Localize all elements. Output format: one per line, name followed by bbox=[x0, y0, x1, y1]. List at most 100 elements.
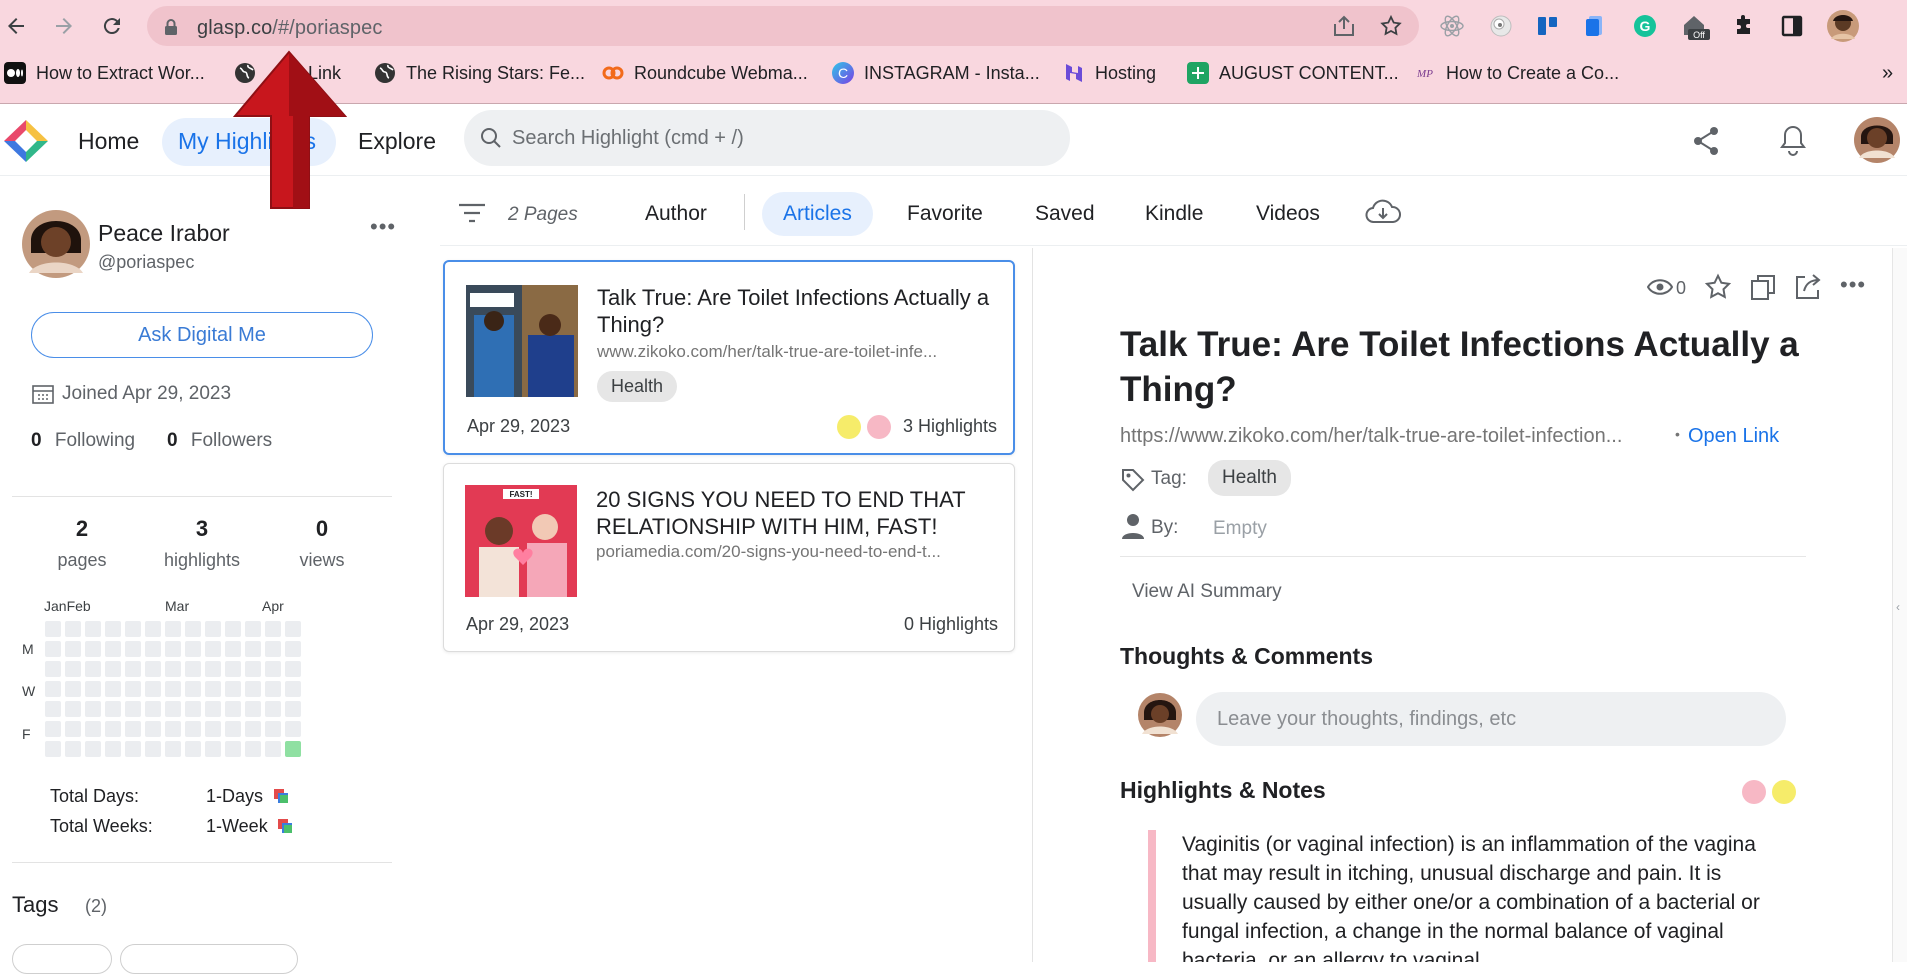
url-text: glasp.co/#/poriaspec bbox=[197, 17, 383, 39]
pages-count: 2 Pages bbox=[508, 204, 578, 225]
copy-icon[interactable] bbox=[1748, 272, 1778, 302]
article-title: Talk True: Are Toilet Infections Actuall… bbox=[597, 285, 990, 337]
heatmap-cell bbox=[85, 661, 101, 677]
nav-explore[interactable]: Explore bbox=[358, 124, 436, 160]
more-bookmarks-chevron[interactable]: » bbox=[1882, 60, 1893, 86]
profile-avatar-large[interactable] bbox=[21, 209, 91, 279]
article-card[interactable]: FAST! 20 SIGNS YOU NEED TO END THAT RELA… bbox=[443, 463, 1015, 652]
trello-icon[interactable] bbox=[1533, 11, 1563, 41]
tab-favorite[interactable]: Favorite bbox=[907, 192, 983, 236]
heatmap-month-label: Mar bbox=[165, 598, 190, 614]
nav-home[interactable]: Home bbox=[78, 124, 139, 160]
heatmap-cell bbox=[85, 621, 101, 637]
bell-icon[interactable] bbox=[1779, 124, 1807, 156]
search-input[interactable]: Search Highlight (cmd + /) bbox=[464, 110, 1070, 166]
view-ai-summary-button[interactable]: View AI Summary bbox=[1132, 581, 1282, 603]
grammarly-icon[interactable]: G bbox=[1630, 11, 1660, 41]
divider bbox=[12, 496, 392, 497]
article-tag[interactable]: Health bbox=[597, 371, 678, 402]
heatmap-cell bbox=[105, 701, 121, 717]
tag-chip[interactable] bbox=[120, 944, 298, 974]
bookmark-item[interactable]: Roundcube Webma... bbox=[602, 60, 808, 86]
highlight-filter-dot[interactable] bbox=[1772, 780, 1796, 804]
heatmap-cell bbox=[145, 661, 161, 677]
glasp-logo-icon[interactable] bbox=[2, 118, 50, 164]
docs-extension-icon[interactable] bbox=[1580, 11, 1610, 41]
svg-text:C: C bbox=[838, 65, 848, 81]
heatmap-cell bbox=[145, 701, 161, 717]
highlight-text[interactable]: Vaginitis (or vaginal infection) is an i… bbox=[1182, 830, 1762, 962]
puzzle-extensions-icon[interactable] bbox=[1729, 11, 1759, 41]
search-placeholder: Search Highlight (cmd + /) bbox=[512, 127, 744, 149]
forward-icon[interactable] bbox=[48, 10, 80, 42]
following-link[interactable]: 0 Following bbox=[31, 430, 135, 452]
share-icon[interactable] bbox=[1692, 126, 1720, 156]
heatmap-cell bbox=[225, 721, 241, 737]
highlight-filter-dot[interactable] bbox=[1742, 780, 1766, 804]
eye-icon bbox=[1647, 278, 1673, 296]
tab-articles[interactable]: Articles bbox=[762, 192, 873, 236]
article-url: www.zikoko.com/her/talk-true-are-toilet-… bbox=[597, 342, 938, 361]
heatmap-cell bbox=[85, 741, 101, 757]
highlight-color-bar bbox=[1148, 830, 1156, 962]
svg-text:Off: Off bbox=[1693, 30, 1705, 40]
article-date: Apr 29, 2023 bbox=[467, 416, 571, 436]
react-devtools-icon[interactable] bbox=[1437, 11, 1467, 41]
tab-kindle[interactable]: Kindle bbox=[1145, 192, 1203, 236]
detail-tag-chip[interactable]: Health bbox=[1208, 460, 1291, 496]
tab-saved[interactable]: Saved bbox=[1035, 192, 1095, 236]
heatmap-cell bbox=[205, 681, 221, 697]
user-avatar[interactable] bbox=[1853, 116, 1901, 164]
address-bar[interactable]: glasp.co/#/poriaspec bbox=[147, 6, 1419, 46]
followers-label: Followers bbox=[190, 430, 273, 451]
profile-avatar[interactable] bbox=[1826, 9, 1860, 43]
bookmark-item[interactable]: MP How to Create a Co... bbox=[1414, 60, 1619, 86]
share-out-icon[interactable] bbox=[1793, 272, 1823, 302]
home-off-extension-icon[interactable]: Off bbox=[1680, 11, 1710, 41]
detail-more-button[interactable]: ••• bbox=[1840, 272, 1866, 298]
filter-icon[interactable] bbox=[458, 203, 486, 223]
tab-separator bbox=[744, 194, 745, 230]
followers-count: 0 bbox=[167, 430, 178, 451]
side-panel-icon[interactable] bbox=[1777, 11, 1807, 41]
bookmark-star-icon[interactable] bbox=[1379, 14, 1403, 38]
bookmark-item[interactable]: How to Extract Wor... bbox=[4, 60, 205, 86]
bookmark-item[interactable]: Hosting bbox=[1063, 60, 1156, 86]
heatmap-cell bbox=[185, 641, 201, 657]
highlight-color-dot bbox=[837, 415, 861, 439]
eye-extension-icon[interactable] bbox=[1486, 11, 1516, 41]
profile-handle: @poriaspec bbox=[98, 252, 195, 272]
heatmap-cell bbox=[205, 641, 221, 657]
back-icon[interactable] bbox=[0, 10, 32, 42]
tab-author[interactable]: Author bbox=[645, 192, 707, 236]
tab-videos[interactable]: Videos bbox=[1256, 192, 1320, 236]
bookmark-item[interactable]: C INSTAGRAM - Insta... bbox=[832, 60, 1040, 86]
thoughts-input[interactable]: Leave your thoughts, findings, etc bbox=[1196, 692, 1786, 746]
highlight-color-dot bbox=[867, 415, 891, 439]
profile-more-button[interactable]: ••• bbox=[370, 214, 396, 240]
total-weeks-value: 1-Week bbox=[206, 816, 268, 836]
heatmap-cell bbox=[65, 661, 81, 677]
collapse-chevron-icon[interactable]: ‹ bbox=[1896, 600, 1900, 614]
followers-link[interactable]: 0 Followers bbox=[167, 430, 272, 452]
heatmap-cell bbox=[265, 681, 281, 697]
stat-views: 0 views bbox=[299, 516, 345, 570]
cloud-download-icon[interactable] bbox=[1365, 198, 1401, 226]
share-page-icon[interactable] bbox=[1332, 15, 1356, 37]
bookmark-item[interactable]: AUGUST CONTENT... bbox=[1187, 60, 1399, 86]
heatmap-day-label: F bbox=[22, 726, 31, 742]
tag-chip[interactable] bbox=[12, 944, 112, 974]
highlights-title: Highlights & Notes bbox=[1120, 777, 1326, 803]
heatmap-cell bbox=[225, 741, 241, 757]
article-card[interactable]: Talk True: Are Toilet Infections Actuall… bbox=[443, 260, 1015, 455]
heatmap-cell bbox=[165, 721, 181, 737]
heatmap-cell bbox=[285, 681, 301, 697]
open-link[interactable]: Open Link bbox=[1688, 425, 1779, 448]
heatmap-cell bbox=[285, 741, 301, 757]
reload-icon[interactable] bbox=[96, 10, 128, 42]
bookmark-item[interactable]: The Rising Stars: Fe... bbox=[374, 60, 585, 86]
favorite-star-icon[interactable] bbox=[1703, 272, 1733, 302]
url-separator: • bbox=[1675, 426, 1680, 442]
ask-digital-me-button[interactable]: Ask Digital Me bbox=[31, 312, 373, 358]
medium-icon bbox=[4, 62, 26, 84]
